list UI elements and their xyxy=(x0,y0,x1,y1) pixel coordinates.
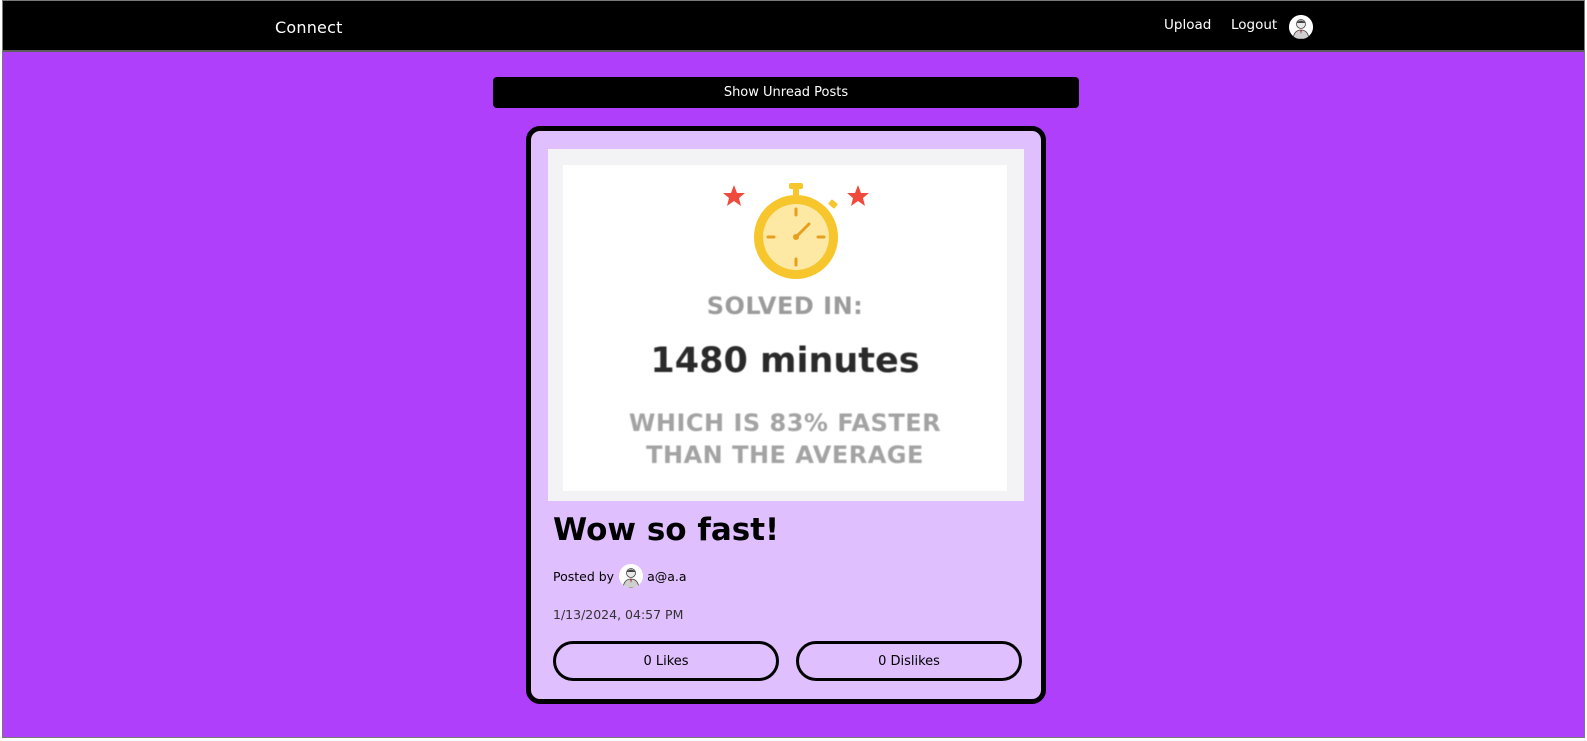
app-frame: Connect Upload Logout Show Unread Posts xyxy=(2,0,1585,738)
image-text-minutes: 1480 minutes xyxy=(650,341,920,381)
dislike-button[interactable]: 0 Dislikes xyxy=(796,641,1022,681)
star-left-icon xyxy=(723,185,745,206)
like-button[interactable]: 0 Likes xyxy=(553,641,779,681)
author-avatar-icon[interactable] xyxy=(619,564,644,588)
image-text-solved: SOLVED IN: xyxy=(706,292,864,320)
user-avatar-icon[interactable] xyxy=(1289,15,1313,39)
posted-by-label: Posted by xyxy=(553,568,615,584)
star-right-icon xyxy=(847,185,869,206)
post-image-content: SOLVED IN: 1480 minutes WHICH IS 83% FAS… xyxy=(563,165,1007,491)
post-image: SOLVED IN: 1480 minutes WHICH IS 83% FAS… xyxy=(548,149,1024,501)
post-card: SOLVED IN: 1480 minutes WHICH IS 83% FAS… xyxy=(526,126,1046,704)
stopwatch-icon xyxy=(723,183,869,279)
brand-logo[interactable]: Connect xyxy=(275,18,343,37)
top-navbar: Connect Upload Logout xyxy=(3,1,1584,52)
logout-link[interactable]: Logout xyxy=(1231,17,1277,33)
author-name[interactable]: a@a.a xyxy=(647,569,686,584)
post-title: Wow so fast! xyxy=(553,512,780,548)
post-author-row: Posted by a@a.a xyxy=(553,564,687,588)
show-unread-posts-button[interactable]: Show Unread Posts xyxy=(493,77,1079,108)
post-date: 1/13/2024, 04:57 PM xyxy=(553,607,684,622)
upload-link[interactable]: Upload xyxy=(1164,17,1211,33)
image-text-average: THAN THE AVERAGE xyxy=(646,441,924,469)
image-text-faster: WHICH IS 83% FASTER xyxy=(628,409,942,437)
